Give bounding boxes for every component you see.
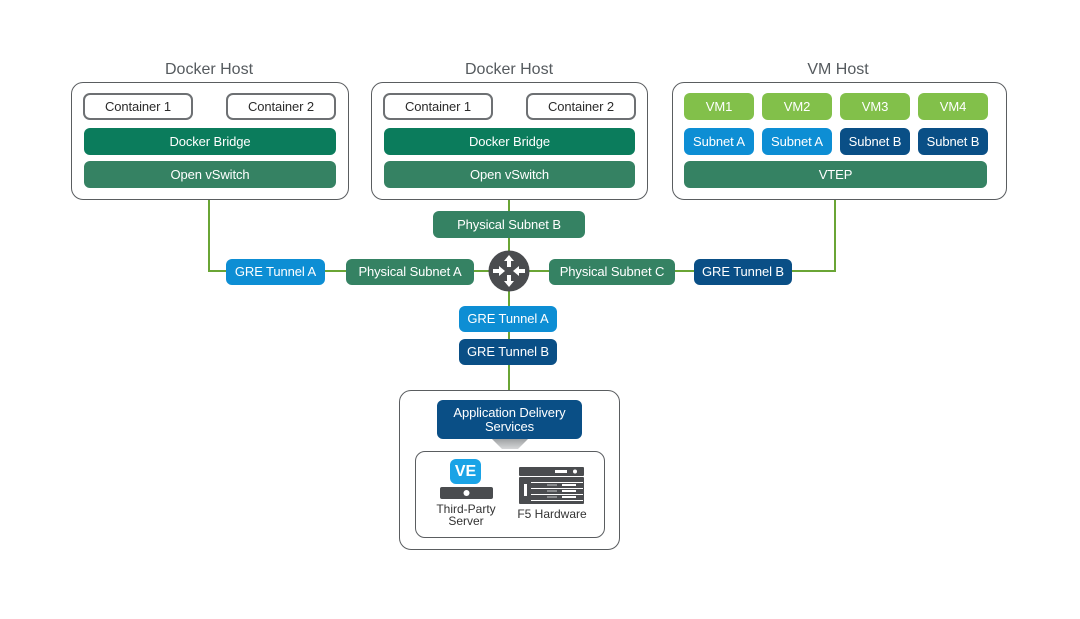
host-title: Docker Host [164,61,254,78]
container-2[interactable]: Container 2 [226,93,336,120]
vtep[interactable]: VTEP [684,161,987,188]
vm-1[interactable]: VM1 [684,93,754,120]
wire [791,270,836,272]
subnet-a[interactable]: Subnet A [684,128,754,155]
open-vswitch[interactable]: Open vSwitch [84,161,336,188]
container-1[interactable]: Container 1 [383,93,493,120]
container-2[interactable]: Container 2 [526,93,636,120]
subnet-a[interactable]: Subnet A [762,128,832,155]
subnet-b[interactable]: Subnet B [918,128,988,155]
gre-tunnel-a[interactable]: GRE Tunnel A [459,306,557,332]
arrow-down-icon [492,439,528,449]
container-1[interactable]: Container 1 [83,93,193,120]
wire [208,270,228,272]
wire [325,270,347,272]
physical-subnet-c[interactable]: Physical Subnet C [549,259,675,285]
docker-bridge[interactable]: Docker Bridge [84,128,336,155]
gre-tunnel-b[interactable]: GRE Tunnel B [694,259,792,285]
vm-4[interactable]: VM4 [918,93,988,120]
f5-hardware-label: F5 Hardware [517,507,587,521]
wire [834,188,836,272]
docker-bridge[interactable]: Docker Bridge [384,128,635,155]
server-icon [440,487,493,499]
vm-3[interactable]: VM3 [840,93,910,120]
third-party-server-label: Third-Party Server [436,502,496,528]
vm-2[interactable]: VM2 [762,93,832,120]
application-delivery-services[interactable]: Application Delivery Services [437,400,582,439]
host-title: Docker Host [464,61,554,78]
wire [675,270,695,272]
router-icon[interactable] [488,250,530,292]
gre-tunnel-a[interactable]: GRE Tunnel A [226,259,325,285]
open-vswitch[interactable]: Open vSwitch [384,161,635,188]
host-title: VM Host [807,61,869,78]
gre-tunnel-b[interactable]: GRE Tunnel B [459,339,557,365]
subnet-b[interactable]: Subnet B [840,128,910,155]
f5-hardware-icon [519,467,584,504]
wire [208,188,210,272]
wire [528,270,550,272]
physical-subnet-a[interactable]: Physical Subnet A [346,259,474,285]
ve-label: VE [454,462,477,480]
physical-subnet-b[interactable]: Physical Subnet B [433,211,585,238]
ads-label: Application Delivery Services [453,404,566,434]
ve-badge-icon: VE [450,459,481,484]
